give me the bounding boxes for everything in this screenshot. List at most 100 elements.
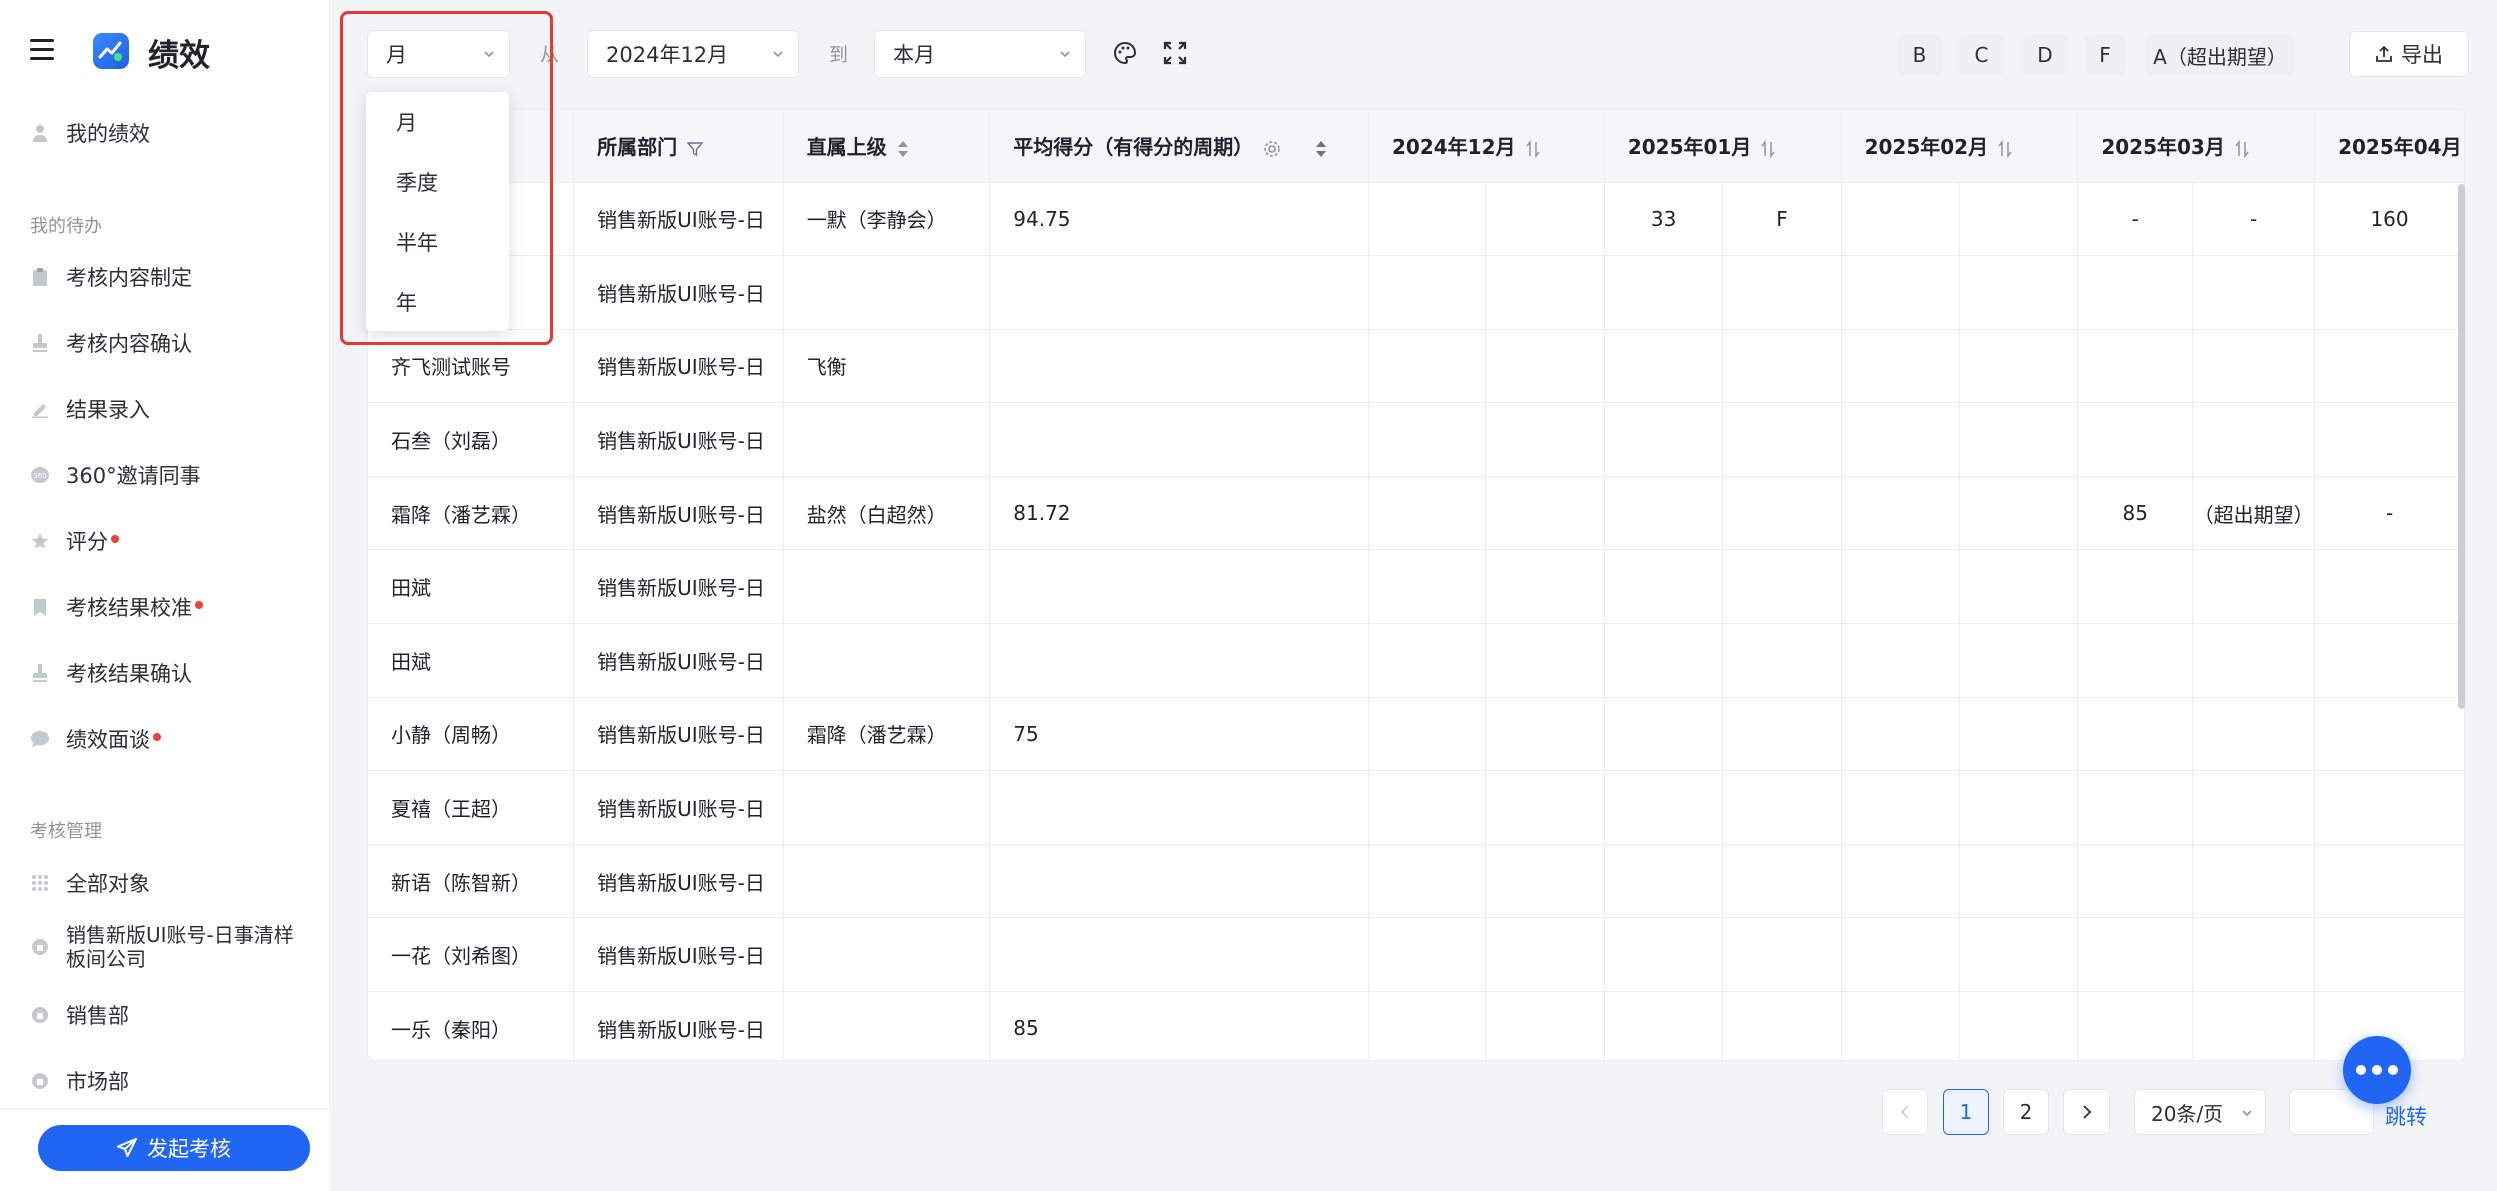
sidebar-item-label: 绩效面谈 <box>66 728 150 752</box>
sidebar-item-all-objects[interactable]: 全部对象 <box>30 863 320 903</box>
cell-period <box>1841 623 1960 698</box>
sidebar-item-result-confirm[interactable]: 考核结果确认 <box>30 653 320 693</box>
sidebar-item-my-performance[interactable]: 我的绩效 <box>30 113 320 153</box>
col-header-2025-03[interactable]: 2025年03月 <box>2077 110 2316 183</box>
sidebar-item-label: 考核结果校准 <box>66 596 192 620</box>
star-icon <box>30 531 50 551</box>
cell-period <box>1841 697 1960 772</box>
sidebar-item-result-entry[interactable]: 结果录入 <box>30 389 320 429</box>
col-header-2025-04[interactable]: 2025年04月 <box>2314 110 2465 183</box>
cell-period <box>1368 549 1487 625</box>
cell-period <box>1604 917 1724 993</box>
sort-swap-icon[interactable] <box>1998 139 2012 158</box>
from-period-select[interactable]: 2024年12月 <box>587 30 799 78</box>
page-2-button[interactable]: 2 <box>2003 1089 2049 1135</box>
sidebar-item-rating[interactable]: 评分 <box>30 521 320 561</box>
cell-period <box>1604 697 1724 772</box>
col-header-2025-02[interactable]: 2025年02月 <box>1841 110 2079 183</box>
filter-icon[interactable] <box>687 141 704 157</box>
table-row[interactable]: 一花（刘希图） 销售新版UI账号-日 <box>368 917 2465 993</box>
sidebar-item-label: 360°邀请同事 <box>66 464 201 488</box>
sort-icon[interactable] <box>897 140 909 158</box>
jump-link[interactable]: 跳转 <box>2385 1101 2427 1131</box>
fullscreen-icon[interactable] <box>1163 41 1187 65</box>
grade-filter-b[interactable]: B <box>1897 35 1942 75</box>
gear-icon[interactable] <box>1263 140 1281 158</box>
sidebar-item-interview[interactable]: 绩效面谈 <box>30 719 320 759</box>
cell-name: 田斌 <box>368 623 575 698</box>
export-button[interactable]: 导出 <box>2349 31 2469 77</box>
sidebar-item-label: 市场部 <box>66 1070 129 1094</box>
launch-review-button[interactable]: 发起考核 <box>38 1125 310 1171</box>
col-header-2024-12[interactable]: 2024年12月 <box>1368 110 1605 183</box>
sidebar-item-calibration[interactable]: 考核结果校准 <box>30 587 320 627</box>
cell-name: 夏禧（王超） <box>368 770 575 845</box>
cell-period <box>1485 476 1605 551</box>
to-period-select[interactable]: 本月 <box>874 30 1086 78</box>
menu-toggle-icon[interactable] <box>30 39 54 61</box>
cell-period <box>2314 917 2465 993</box>
cell-period <box>2314 770 2465 845</box>
table-row[interactable]: ）销售新版UI账号-日 <box>368 255 2465 330</box>
next-page-button[interactable] <box>2063 1089 2110 1135</box>
col-header-dept[interactable]: 所属部门 <box>573 110 784 183</box>
cell-period <box>1959 182 2079 257</box>
grade-filter-f[interactable]: F <box>2085 35 2125 75</box>
table-row[interactable]: 小静（周畅） 销售新版UI账号-日 霜降（潘艺霖） 75 <box>368 697 2465 772</box>
sidebar-item-market-dept[interactable]: 市场部 <box>30 1061 320 1101</box>
sidebar-item-label: 考核结果确认 <box>66 662 192 686</box>
sidebar-item-sales-dept[interactable]: 销售部 <box>30 995 320 1035</box>
cell-period <box>2314 697 2465 772</box>
palette-icon[interactable] <box>1113 41 1137 65</box>
cell-period <box>1722 329 1842 404</box>
grade-filter-c[interactable]: C <box>1959 35 2004 75</box>
cell-dept: 销售新版UI账号-日 <box>573 182 784 257</box>
col-header-leader[interactable]: 直属上级 <box>783 110 991 183</box>
sidebar-item-content-confirm[interactable]: 考核内容确认 <box>30 323 320 363</box>
filter-toolbar: 月 从 2024年12月 到 本月 B C D F A（超出期望） <box>330 0 2497 108</box>
cell-period <box>1841 329 1960 404</box>
sort-swap-icon[interactable] <box>1525 139 1540 158</box>
vertical-scrollbar-thumb[interactable] <box>2458 184 2465 709</box>
cell-period <box>1368 844 1487 919</box>
more-actions-button[interactable] <box>2343 1036 2411 1104</box>
sort-swap-icon[interactable] <box>1761 139 1775 158</box>
table-row[interactable]: 霜降（潘艺霖） 销售新版UI账号-日 盐然（白超然） 81.72 85 （超出期望） - <box>368 476 2465 551</box>
page-1-button[interactable]: 1 <box>1943 1089 1989 1135</box>
sidebar-item-company[interactable]: 销售新版UI账号-日事清样板间公司 <box>30 923 320 979</box>
table-row[interactable]: 石叁（刘磊） 销售新版UI账号-日 <box>368 402 2465 477</box>
cell-period <box>1959 255 2079 330</box>
sidebar-item-content-setting[interactable]: 考核内容制定 <box>30 257 320 297</box>
table-row[interactable]: 田斌 销售新版UI账号-日 <box>368 623 2465 698</box>
prev-page-button[interactable] <box>1882 1089 1928 1135</box>
page-size-select[interactable]: 20条/页 <box>2134 1089 2266 1135</box>
horizontal-scrollbar-track[interactable] <box>368 1060 2466 1061</box>
cell-period <box>1604 549 1724 625</box>
svg-text:360: 360 <box>33 472 46 480</box>
table-row[interactable]: 销售新版UI账号-日 一默（李静会） 94.75 33 F - -160 <box>368 182 2465 257</box>
cell-leader: 一默（李静会） <box>783 182 991 257</box>
table-row[interactable]: 一乐（秦阳） 销售新版UI账号-日 85 <box>368 991 2465 1060</box>
cell-period <box>1959 917 2079 993</box>
grade-filter-a[interactable]: A（超出期望） <box>2145 35 2295 75</box>
cell-period <box>2077 549 2194 625</box>
sort-swap-icon[interactable] <box>2235 139 2249 158</box>
cell-leader: 飞衡 <box>783 329 991 404</box>
table-row[interactable]: 田斌 销售新版UI账号-日 <box>368 549 2465 625</box>
notification-dot <box>111 535 119 543</box>
cell-period <box>2192 770 2316 845</box>
col-header-2025-01[interactable]: 2025年01月 <box>1604 110 1842 183</box>
cell-period <box>2192 991 2316 1060</box>
horizontal-scrollbar-thumb[interactable] <box>368 1060 1134 1061</box>
col-header-avg[interactable]: 平均得分（有得分的周期） <box>989 110 1369 183</box>
table-row[interactable]: 夏禧（王超） 销售新版UI账号-日 <box>368 770 2465 845</box>
cell-period <box>1604 476 1724 551</box>
table-row[interactable]: 新语（陈智新） 销售新版UI账号-日 <box>368 844 2465 919</box>
table-row[interactable]: 齐飞测试账号 销售新版UI账号-日 飞衡 <box>368 329 2465 404</box>
sort-icon[interactable] <box>1315 140 1327 158</box>
360-icon: 360 <box>30 465 50 485</box>
grade-filter-d[interactable]: D <box>2022 35 2068 75</box>
sidebar-item-invite-360[interactable]: 360 360°邀请同事 <box>30 455 320 495</box>
cell-period <box>1368 329 1487 404</box>
cell-period <box>1485 991 1605 1060</box>
